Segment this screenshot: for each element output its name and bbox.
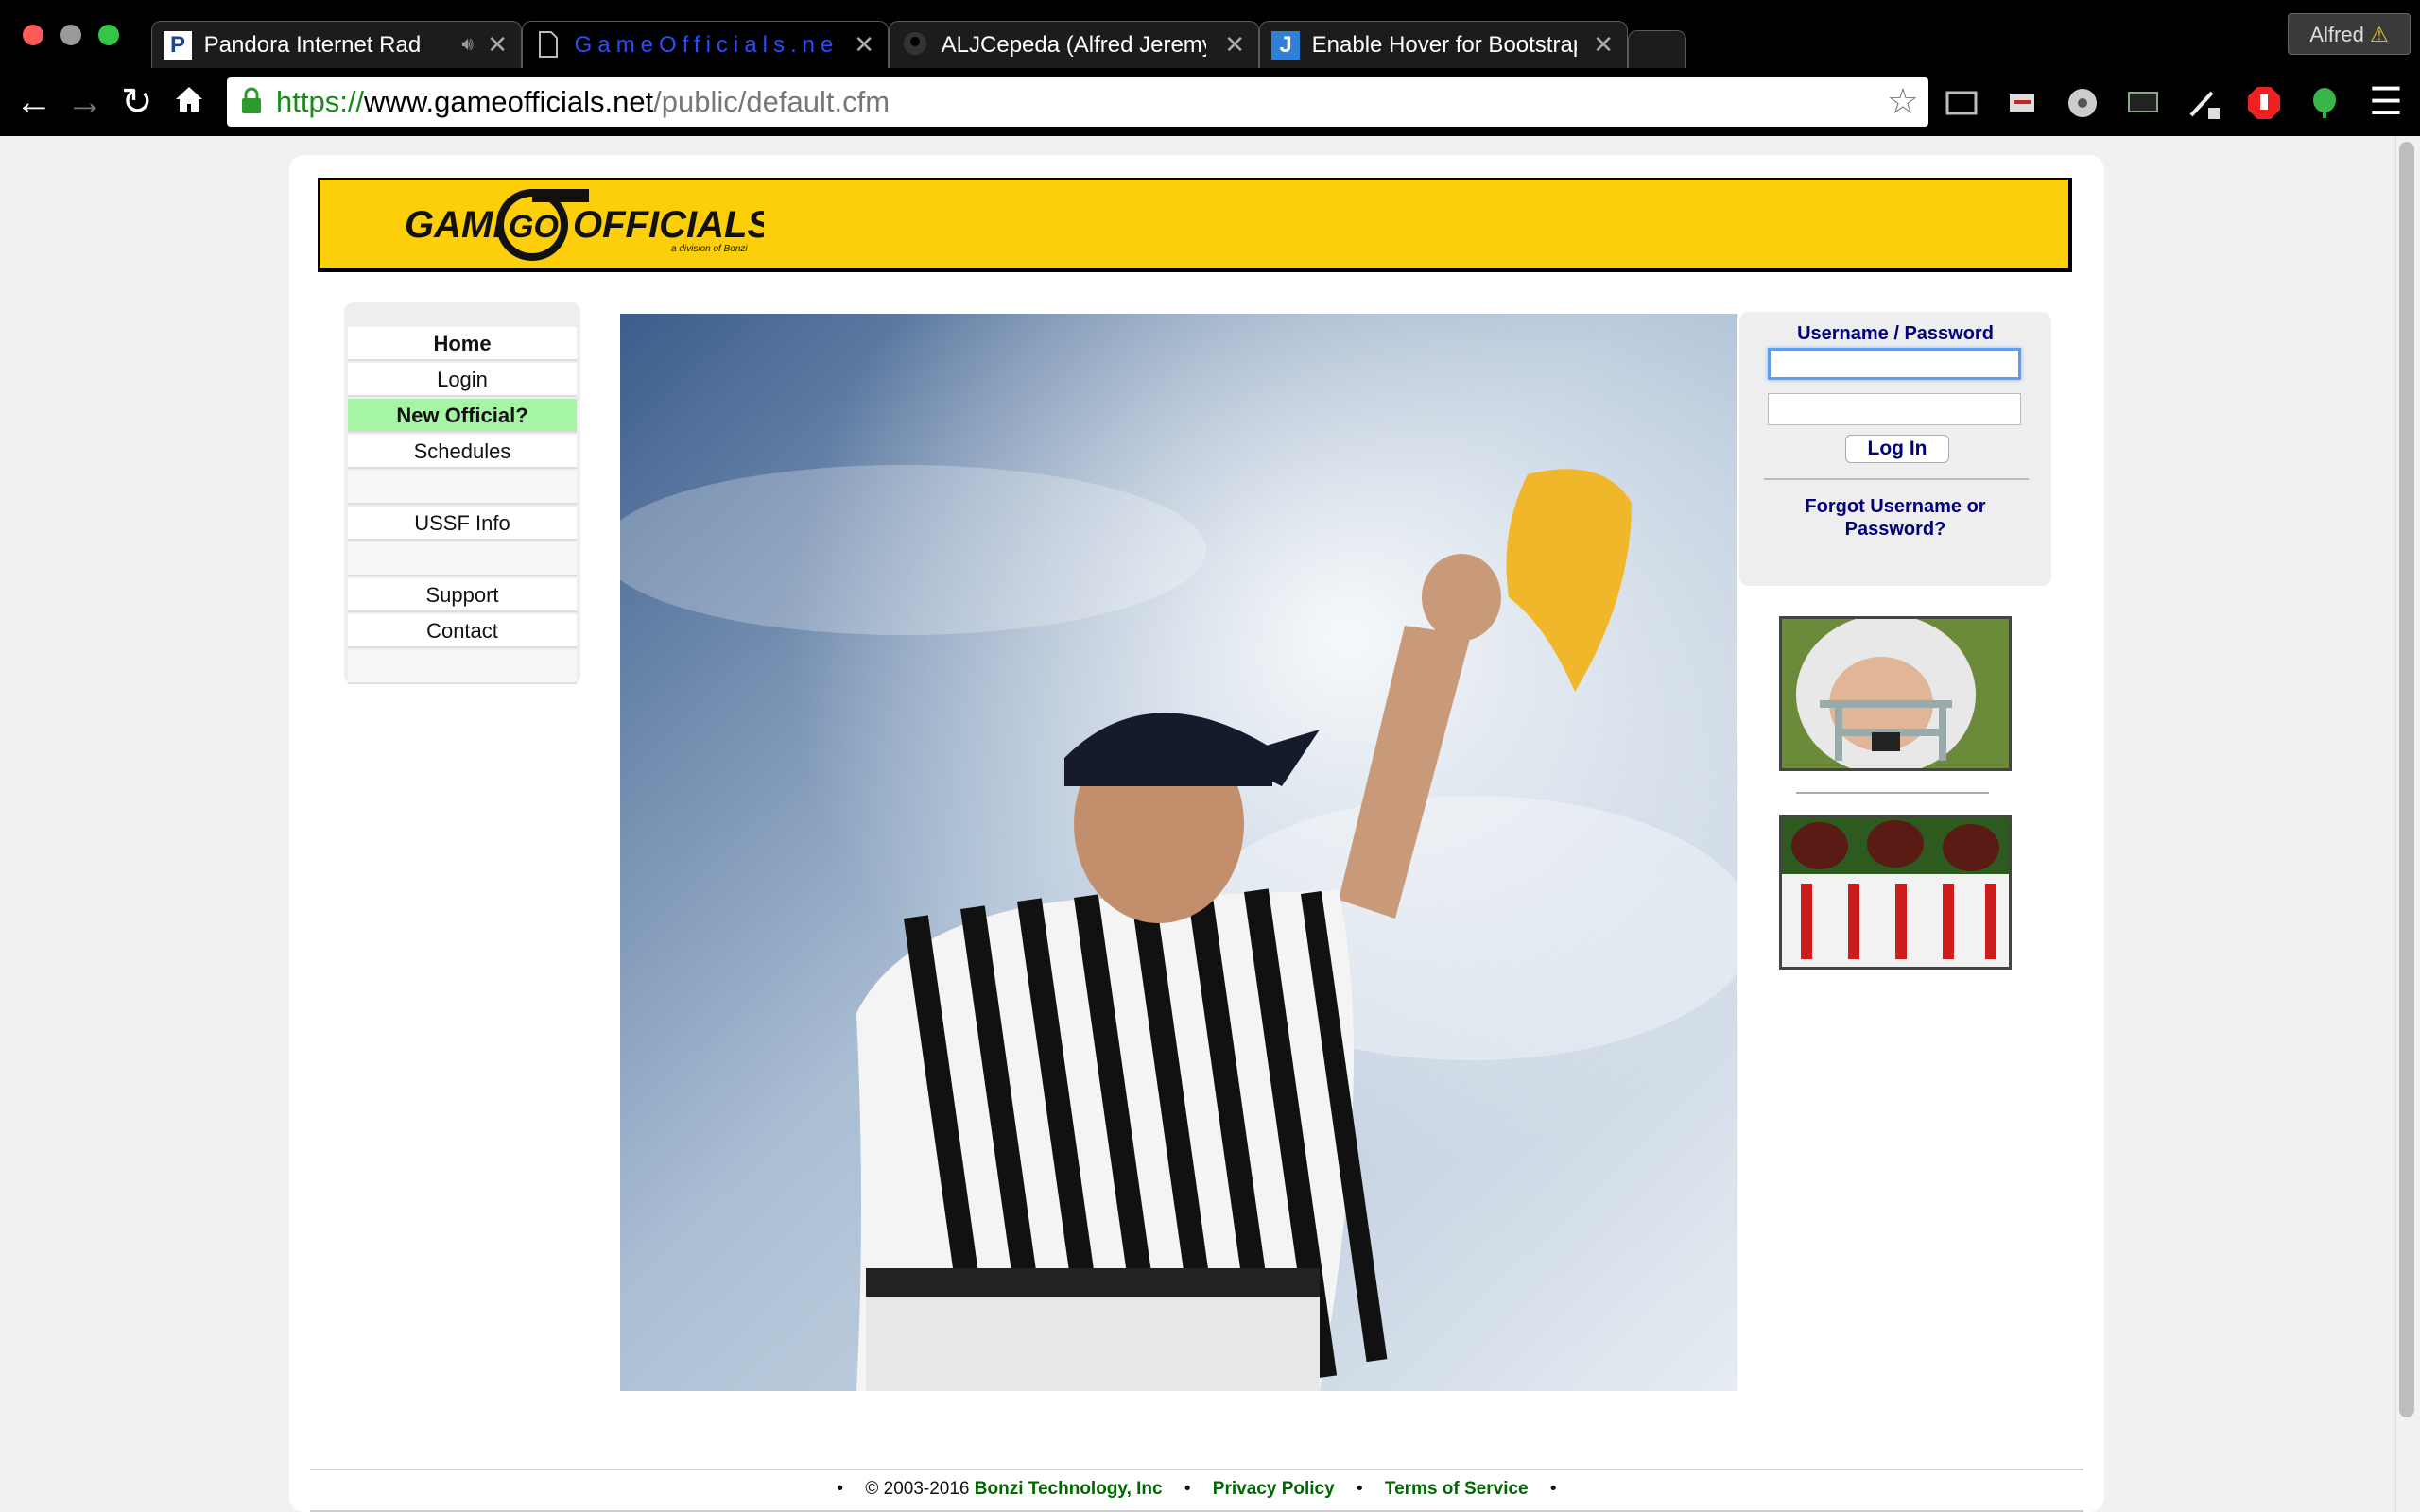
close-tab-icon[interactable]: ✕ [487,22,508,67]
tab-title: ALJCepeda (Alfred Jeremy [941,31,1206,58]
profile-button[interactable]: Alfred ⚠ [2288,13,2411,55]
referee-photo [620,314,1737,1391]
lock-icon [242,87,261,113]
close-tab-icon[interactable]: ✕ [1593,22,1614,67]
team-photo [1782,817,2009,967]
gameofficials-logo[interactable]: GAME GO OFFICIALS a division of Bonzi [405,185,764,266]
back-arrow-icon[interactable]: ← [15,81,53,123]
minimize-window-button[interactable] [60,25,81,45]
tab-gameofficials[interactable]: GameOfficials.net ✕ [522,21,889,68]
extension-screen-icon[interactable] [2125,85,2161,121]
nav-schedules[interactable]: Schedules [348,435,577,469]
nav-home[interactable]: Home [348,327,577,361]
footer-bullet: • [1184,1479,1191,1499]
jsfiddle-favicon-icon: J [1271,30,1300,60]
extension-eyedropper-icon[interactable] [2186,85,2221,121]
login-heading: Username / Password [1797,323,1994,344]
menu-icon[interactable]: ☰ [2369,81,2403,123]
thumbnail-divider [1796,792,1989,794]
page-icon [534,30,562,60]
company-link[interactable]: Bonzi Technology, Inc [975,1479,1163,1499]
password-input[interactable] [1768,393,2021,425]
side-navigation: Home Login New Official? Schedules USSF … [344,302,580,684]
footer-copyright: © 2003-2016 [865,1479,970,1499]
page-footer: • © 2003-2016 Bonzi Technology, Inc • Pr… [310,1469,2083,1512]
browser-tab-strip: P Pandora Internet Radio 🔊︎ ✕ GameOffici… [0,0,2420,68]
privacy-policy-link[interactable]: Privacy Policy [1213,1479,1335,1499]
header-banner: GAME GO OFFICIALS a division of Bonzi [318,178,2072,272]
tab-title: GameOfficials.net [574,31,839,58]
close-window-button[interactable] [23,25,43,45]
extension-film-icon[interactable] [2065,85,2100,121]
helmet-photo [1782,619,2009,768]
login-panel: Username / Password Log In Forgot Userna… [1739,312,2051,586]
nav-spacer [348,471,577,505]
hero-referee-image [620,314,1737,1391]
footer-bullet: • [837,1479,844,1499]
page-container: GAME GO OFFICIALS a division of Bonzi Ho… [289,155,2104,1512]
zoom-window-button[interactable] [98,25,119,45]
address-bar[interactable]: https://www.gameofficials.net/public/def… [227,77,1928,127]
extension-printer-icon[interactable] [2004,85,2040,121]
footer-bullet: • [1549,1479,1557,1499]
forward-arrow-icon[interactable]: → [66,81,104,123]
speaker-icon[interactable]: 🔊︎ [461,22,474,67]
tab-title: Enable Hover for Bootstrap [1311,31,1577,58]
svg-text:a division of Bonzi: a division of Bonzi [671,244,748,254]
adblock-icon[interactable] [2246,85,2282,121]
tab-jsfiddle[interactable]: J Enable Hover for Bootstrap ✕ [1259,21,1628,68]
forgot-password-link[interactable]: Forgot Username or Password? [1777,495,2014,541]
footer-bullet: • [1356,1479,1363,1499]
nav-spacer [348,542,577,576]
new-tab-button[interactable] [1628,30,1686,68]
login-divider [1764,478,2029,480]
football-helmet-thumbnail[interactable] [1779,616,2012,771]
team-huddle-thumbnail[interactable] [1779,815,2012,970]
scrollbar-thumb[interactable] [2399,142,2414,1418]
pandora-favicon-icon: P [164,30,192,60]
github-icon [901,31,929,60]
reload-icon[interactable]: ↻ [121,81,153,123]
log-in-button[interactable]: Log In [1845,435,1949,463]
nav-login[interactable]: Login [348,363,577,397]
close-tab-icon[interactable]: ✕ [854,22,874,67]
svg-text:GO: GO [509,209,559,245]
url-text: https://www.gameofficials.net/public/def… [276,85,890,118]
browser-toolbar: ← → ↻ https://www.gameofficials.net/publ… [0,68,2420,136]
nav-spacer [348,650,577,684]
close-tab-icon[interactable]: ✕ [1224,22,1245,67]
home-icon[interactable] [174,81,204,123]
tab-github[interactable]: ALJCepeda (Alfred Jeremy ✕ [889,21,1259,68]
bookmark-star-icon[interactable]: ☆ [1887,77,1919,127]
profile-name: Alfred [2309,23,2364,46]
evernote-icon[interactable] [2307,85,2342,121]
nav-new-official[interactable]: New Official? [348,399,577,433]
nav-support[interactable]: Support [348,578,577,612]
terms-of-service-link[interactable]: Terms of Service [1385,1479,1529,1499]
username-input[interactable] [1768,348,2021,380]
nav-contact[interactable]: Contact [348,614,577,648]
cast-icon[interactable] [1944,85,1979,121]
warning-icon: ⚠ [2369,23,2389,46]
tab-title: Pandora Internet Radio [203,31,422,58]
nav-ussf-info[interactable]: USSF Info [348,507,577,541]
svg-text:OFFICIALS: OFFICIALS [573,204,764,246]
tab-pandora[interactable]: P Pandora Internet Radio 🔊︎ ✕ [151,21,522,68]
